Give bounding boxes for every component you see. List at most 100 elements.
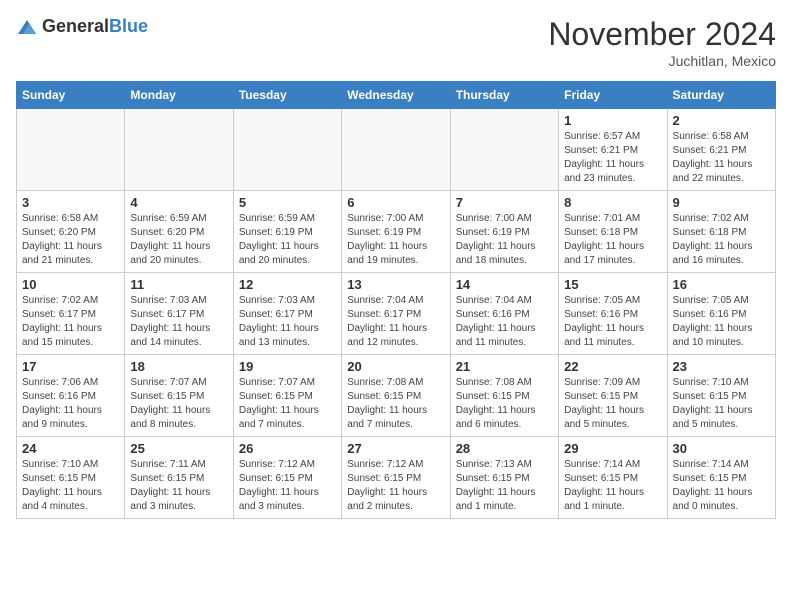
day-detail: Sunrise: 7:11 AM Sunset: 6:15 PM Dayligh… [130, 458, 227, 514]
calendar-week-row: 10 Sunrise: 7:02 AM Sunset: 6:17 PM Dayli… [17, 273, 776, 355]
logo-general: General [42, 16, 109, 36]
calendar-cell: 4 Sunrise: 6:59 AM Sunset: 6:20 PM Daylig… [125, 191, 233, 273]
day-number: 1 [564, 113, 661, 128]
day-number: 24 [22, 441, 119, 456]
day-number: 29 [564, 441, 661, 456]
day-number: 26 [239, 441, 336, 456]
day-detail: Sunrise: 7:10 AM Sunset: 6:15 PM Dayligh… [22, 458, 119, 514]
day-detail: Sunrise: 7:12 AM Sunset: 6:15 PM Dayligh… [347, 458, 444, 514]
day-detail: Sunrise: 7:09 AM Sunset: 6:15 PM Dayligh… [564, 376, 661, 432]
weekday-header: Wednesday [342, 82, 450, 109]
calendar-cell [125, 109, 233, 191]
day-detail: Sunrise: 7:14 AM Sunset: 6:15 PM Dayligh… [673, 458, 770, 514]
calendar-cell: 19 Sunrise: 7:07 AM Sunset: 6:15 PM Dayli… [233, 355, 341, 437]
calendar-cell: 7 Sunrise: 7:00 AM Sunset: 6:19 PM Daylig… [450, 191, 558, 273]
day-number: 9 [673, 195, 770, 210]
calendar-cell: 9Sunrise: 7:02 AM Sunset: 6:18 PM Daylig… [667, 191, 775, 273]
day-detail: Sunrise: 7:12 AM Sunset: 6:15 PM Dayligh… [239, 458, 336, 514]
calendar-cell [450, 109, 558, 191]
day-number: 22 [564, 359, 661, 374]
calendar-cell: 16Sunrise: 7:05 AM Sunset: 6:16 PM Dayli… [667, 273, 775, 355]
weekday-header: Sunday [17, 82, 125, 109]
day-detail: Sunrise: 7:06 AM Sunset: 6:16 PM Dayligh… [22, 376, 119, 432]
calendar-cell: 25 Sunrise: 7:11 AM Sunset: 6:15 PM Dayli… [125, 437, 233, 519]
day-detail: Sunrise: 6:59 AM Sunset: 6:19 PM Dayligh… [239, 212, 336, 268]
day-number: 5 [239, 195, 336, 210]
calendar-cell: 23Sunrise: 7:10 AM Sunset: 6:15 PM Dayli… [667, 355, 775, 437]
day-number: 19 [239, 359, 336, 374]
title-area: November 2024 Juchitlan, Mexico [548, 16, 776, 69]
calendar-cell [17, 109, 125, 191]
day-number: 11 [130, 277, 227, 292]
logo: GeneralBlue [16, 16, 148, 38]
day-detail: Sunrise: 6:58 AM Sunset: 6:21 PM Dayligh… [673, 130, 770, 186]
day-number: 10 [22, 277, 119, 292]
day-number: 7 [456, 195, 553, 210]
day-detail: Sunrise: 7:13 AM Sunset: 6:15 PM Dayligh… [456, 458, 553, 514]
calendar-cell [233, 109, 341, 191]
header: GeneralBlue November 2024 Juchitlan, Mex… [16, 16, 776, 69]
day-number: 13 [347, 277, 444, 292]
day-number: 3 [22, 195, 119, 210]
calendar-week-row: 1 Sunrise: 6:57 AM Sunset: 6:21 PM Daylig… [17, 109, 776, 191]
weekday-header: Tuesday [233, 82, 341, 109]
day-detail: Sunrise: 7:04 AM Sunset: 6:17 PM Dayligh… [347, 294, 444, 350]
calendar-cell: 11 Sunrise: 7:03 AM Sunset: 6:17 PM Dayli… [125, 273, 233, 355]
calendar-cell: 15 Sunrise: 7:05 AM Sunset: 6:16 PM Dayli… [559, 273, 667, 355]
calendar-cell: 12Sunrise: 7:03 AM Sunset: 6:17 PM Dayli… [233, 273, 341, 355]
day-number: 20 [347, 359, 444, 374]
calendar-cell: 26 Sunrise: 7:12 AM Sunset: 6:15 PM Dayli… [233, 437, 341, 519]
weekday-header: Monday [125, 82, 233, 109]
calendar-cell: 21Sunrise: 7:08 AM Sunset: 6:15 PM Dayli… [450, 355, 558, 437]
calendar-cell: 1 Sunrise: 6:57 AM Sunset: 6:21 PM Daylig… [559, 109, 667, 191]
day-detail: Sunrise: 6:59 AM Sunset: 6:20 PM Dayligh… [130, 212, 227, 268]
day-detail: Sunrise: 7:02 AM Sunset: 6:17 PM Dayligh… [22, 294, 119, 350]
calendar-cell: 2 Sunrise: 6:58 AM Sunset: 6:21 PM Daylig… [667, 109, 775, 191]
day-number: 25 [130, 441, 227, 456]
day-number: 15 [564, 277, 661, 292]
day-number: 6 [347, 195, 444, 210]
day-detail: Sunrise: 7:05 AM Sunset: 6:16 PM Dayligh… [564, 294, 661, 350]
calendar-cell: 29 Sunrise: 7:14 AM Sunset: 6:15 PM Dayli… [559, 437, 667, 519]
calendar-cell: 13 Sunrise: 7:04 AM Sunset: 6:17 PM Dayli… [342, 273, 450, 355]
day-detail: Sunrise: 7:04 AM Sunset: 6:16 PM Dayligh… [456, 294, 553, 350]
weekday-header-row: SundayMondayTuesdayWednesdayThursdayFrid… [17, 82, 776, 109]
weekday-header: Saturday [667, 82, 775, 109]
calendar-cell: 17 Sunrise: 7:06 AM Sunset: 6:16 PM Dayli… [17, 355, 125, 437]
day-number: 12 [239, 277, 336, 292]
day-number: 28 [456, 441, 553, 456]
calendar-cell: 8Sunrise: 7:01 AM Sunset: 6:18 PM Daylig… [559, 191, 667, 273]
day-detail: Sunrise: 7:10 AM Sunset: 6:15 PM Dayligh… [673, 376, 770, 432]
day-number: 2 [673, 113, 770, 128]
calendar-cell: 20Sunrise: 7:08 AM Sunset: 6:15 PM Dayli… [342, 355, 450, 437]
weekday-header: Thursday [450, 82, 558, 109]
day-detail: Sunrise: 7:03 AM Sunset: 6:17 PM Dayligh… [130, 294, 227, 350]
day-detail: Sunrise: 7:14 AM Sunset: 6:15 PM Dayligh… [564, 458, 661, 514]
day-number: 18 [130, 359, 227, 374]
day-number: 16 [673, 277, 770, 292]
day-detail: Sunrise: 7:07 AM Sunset: 6:15 PM Dayligh… [239, 376, 336, 432]
calendar-cell: 18 Sunrise: 7:07 AM Sunset: 6:15 PM Dayli… [125, 355, 233, 437]
day-number: 14 [456, 277, 553, 292]
calendar-cell: 5 Sunrise: 6:59 AM Sunset: 6:19 PM Daylig… [233, 191, 341, 273]
day-number: 17 [22, 359, 119, 374]
day-number: 4 [130, 195, 227, 210]
day-detail: Sunrise: 6:58 AM Sunset: 6:20 PM Dayligh… [22, 212, 119, 268]
logo-icon [16, 16, 38, 38]
calendar-table: SundayMondayTuesdayWednesdayThursdayFrid… [16, 81, 776, 519]
calendar-cell: 30Sunrise: 7:14 AM Sunset: 6:15 PM Dayli… [667, 437, 775, 519]
calendar-cell: 22 Sunrise: 7:09 AM Sunset: 6:15 PM Dayli… [559, 355, 667, 437]
calendar-week-row: 17 Sunrise: 7:06 AM Sunset: 6:16 PM Dayli… [17, 355, 776, 437]
calendar-cell: 28 Sunrise: 7:13 AM Sunset: 6:15 PM Dayli… [450, 437, 558, 519]
calendar-cell: 27Sunrise: 7:12 AM Sunset: 6:15 PM Dayli… [342, 437, 450, 519]
day-detail: Sunrise: 7:00 AM Sunset: 6:19 PM Dayligh… [347, 212, 444, 268]
day-detail: Sunrise: 6:57 AM Sunset: 6:21 PM Dayligh… [564, 130, 661, 186]
day-detail: Sunrise: 7:00 AM Sunset: 6:19 PM Dayligh… [456, 212, 553, 268]
day-detail: Sunrise: 7:01 AM Sunset: 6:18 PM Dayligh… [564, 212, 661, 268]
calendar-cell: 10 Sunrise: 7:02 AM Sunset: 6:17 PM Dayli… [17, 273, 125, 355]
day-detail: Sunrise: 7:07 AM Sunset: 6:15 PM Dayligh… [130, 376, 227, 432]
month-title: November 2024 [548, 16, 776, 53]
calendar-cell: 14 Sunrise: 7:04 AM Sunset: 6:16 PM Dayli… [450, 273, 558, 355]
calendar-cell: 24 Sunrise: 7:10 AM Sunset: 6:15 PM Dayli… [17, 437, 125, 519]
location-subtitle: Juchitlan, Mexico [548, 53, 776, 69]
